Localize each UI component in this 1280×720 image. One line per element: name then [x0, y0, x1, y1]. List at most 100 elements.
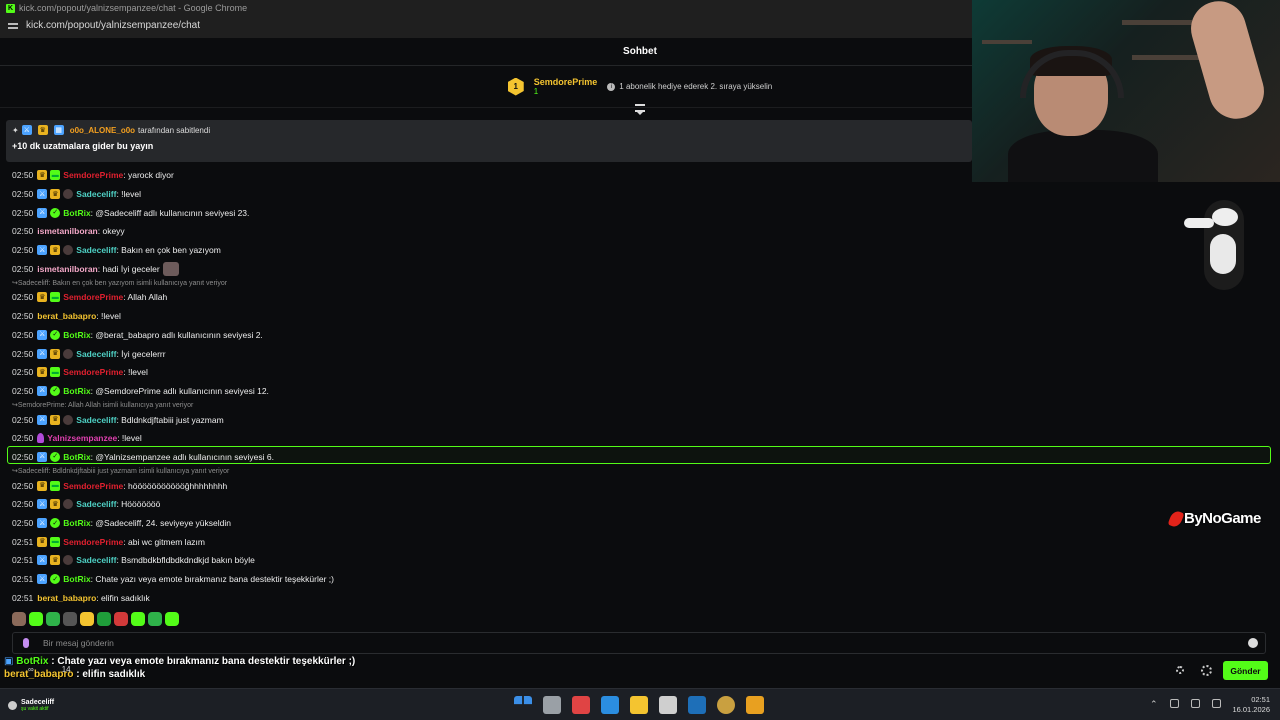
- chat-input[interactable]: Bir mesaj gönderin: [12, 632, 1266, 654]
- chat-message[interactable]: 02:50 ⚔ ✓ BotRix: @berat_babapro adlı kulla…: [12, 326, 1262, 345]
- verified-bot-icon: ✓: [50, 329, 61, 340]
- message-time: 02:51: [12, 536, 34, 547]
- address-bar[interactable]: kick.com/popout/yalnizsempanzee/chat: [8, 20, 200, 31]
- taskbar-app-icon[interactable]: [601, 696, 619, 714]
- send-button[interactable]: Gönder: [1223, 661, 1268, 680]
- chat-message[interactable]: 02:50 ismetanilboran: okeyy: [12, 222, 1262, 241]
- message-username[interactable]: berat_babapro: [37, 593, 96, 603]
- taskbar-app-icon[interactable]: [717, 696, 735, 714]
- emote-icon[interactable]: [97, 612, 111, 626]
- message-text: : Bakın en çok ben yazıyom: [116, 245, 221, 256]
- chat-message[interactable]: 02:50 ♛ ▬ SemdorePrime: höööööööööööğhhhhhh…: [12, 476, 1262, 495]
- chat-message[interactable]: 02:50 ⚔ ✓ BotRix: @SemdorePrime adlı kullan…: [12, 382, 1262, 401]
- chat-message[interactable]: 02:50 ⚔ ♛ Sadeceliff: İyi gecelerrr: [12, 344, 1262, 363]
- chat-input-placeholder[interactable]: Bir mesaj gönderin: [43, 638, 114, 648]
- chat-message[interactable]: 02:51 ⚔ ♛ Sadeceliff: Bsmdbdkbfldbdkdndkjd …: [12, 551, 1262, 570]
- taskbar-app-icon[interactable]: [659, 696, 677, 714]
- display-icon[interactable]: [1190, 699, 1200, 708]
- url-text[interactable]: kick.com/popout/yalnizsempanzee/chat: [26, 20, 200, 31]
- taskbar-app-icon[interactable]: [746, 696, 764, 714]
- top-gifter-name[interactable]: SemdorePrime: [534, 77, 598, 87]
- message-username[interactable]: berat_babapro: [37, 311, 96, 321]
- chat-message[interactable]: 02:50 ⚔ ✓ BotRix: @Sadeceliff adlı kullanıc…: [12, 203, 1262, 222]
- quick-emote-icon[interactable]: [1201, 665, 1212, 676]
- chat-message[interactable]: 02:50 berat_babapro: !level: [12, 307, 1262, 326]
- emote-icon[interactable]: [165, 612, 179, 626]
- taskbar: Sadeceliff şu vakit aktif ⌃ 02:51 16.01.…: [0, 688, 1280, 720]
- chat-message[interactable]: 02:51 ♛ ▬ SemdorePrime: abi wc gitmem lazım: [12, 532, 1262, 551]
- taskbar-app-icon[interactable]: [630, 696, 648, 714]
- windows-start-icon[interactable]: [514, 696, 532, 705]
- message-username[interactable]: Sadeceliff: [76, 349, 116, 359]
- emote-icon[interactable]: [80, 612, 94, 626]
- message-username[interactable]: Sadeceliff: [76, 499, 116, 509]
- emote-icon[interactable]: [63, 612, 77, 626]
- mic-tray-icon[interactable]: [1169, 699, 1179, 708]
- settings-gear-icon[interactable]: [1176, 666, 1184, 674]
- message-username[interactable]: BotRix: [63, 208, 90, 218]
- top-gifter[interactable]: SemdorePrime 1: [534, 77, 598, 96]
- chat-message[interactable]: 02:50 ⚔ ✓ BotRix: @Yalnizsempanzee adlı kul…: [12, 448, 1262, 467]
- sub-avatar-icon: [63, 189, 74, 200]
- chat-message[interactable]: 02:50 ⚔ ✓ BotRix: @Sadeceliff, 24. seviyeye…: [12, 514, 1262, 533]
- chat-message[interactable]: 02:50 ♛ ▬ SemdorePrime: Allah Allah: [12, 288, 1262, 307]
- subscriber-badge-icon: ▬: [50, 480, 61, 491]
- message-time: 02:50: [12, 311, 34, 322]
- subscriber-badge-icon: ▬: [50, 170, 61, 181]
- mic-icon[interactable]: [23, 638, 29, 648]
- chevron-up-icon[interactable]: ⌃: [1150, 699, 1158, 710]
- message-text: : Bdldnkdjftabiii just yazmam: [116, 414, 224, 425]
- message-username[interactable]: BotRix: [63, 330, 90, 340]
- overlay-text-1: : Chate yazı veya emote bırakmanız bana …: [48, 656, 356, 667]
- taskbar-user[interactable]: Sadeceliff şu vakit aktif: [8, 699, 54, 712]
- chat-message[interactable]: 02:50 Yalnizsempanzee: !level: [12, 429, 1262, 448]
- message-username[interactable]: BotRix: [63, 574, 90, 584]
- site-info-icon[interactable]: [8, 21, 18, 31]
- emote-icon[interactable]: [114, 612, 128, 626]
- vip-crown-icon: ♛: [37, 292, 48, 303]
- taskbar-app-icon[interactable]: [688, 696, 706, 714]
- taskbar-app-icon[interactable]: [572, 696, 590, 714]
- message-username[interactable]: BotRix: [63, 452, 90, 462]
- message-username[interactable]: Sadeceliff: [76, 245, 116, 255]
- message-username[interactable]: Sadeceliff: [76, 189, 116, 199]
- emoji-icon[interactable]: [1248, 638, 1258, 648]
- message-username[interactable]: Sadeceliff: [76, 555, 116, 565]
- clock[interactable]: 02:51 16.01.2026: [1232, 695, 1270, 715]
- message-username[interactable]: Sadeceliff: [76, 415, 116, 425]
- emote-icon[interactable]: [148, 612, 162, 626]
- message-username[interactable]: BotRix: [63, 518, 90, 528]
- message-username[interactable]: SemdorePrime: [63, 367, 123, 377]
- reply-text: Sadeceliff: Bakın en çok ben yazıyom isi…: [17, 279, 228, 287]
- message-username[interactable]: SemdorePrime: [63, 170, 123, 180]
- message-username[interactable]: SemdorePrime: [63, 292, 123, 302]
- emote-icon[interactable]: [29, 612, 43, 626]
- message-username[interactable]: ismetanilboran: [37, 226, 97, 236]
- chat-message[interactable]: 02:50 ⚔ ♛ Sadeceliff: !level: [12, 185, 1262, 204]
- pin-icon: ✦: [12, 125, 19, 135]
- chat-message[interactable]: 02:50 ⚔ ♛ Sadeceliff: Bdldnkdjftabiii just …: [12, 410, 1262, 429]
- chat-message[interactable]: 02:50 ♛ ▬ SemdorePrime: !level: [12, 363, 1262, 382]
- chat-message[interactable]: 02:51 ⚔ ✓ BotRix: Chate yazı veya emote bır…: [12, 570, 1262, 589]
- pinned-by-user[interactable]: o0o_ALONE_o0o: [70, 126, 135, 135]
- chat-message[interactable]: 02:50 ⚔ ♛ Sadeceliff: Bakın en çok ben yazı…: [12, 241, 1262, 260]
- chat-message[interactable]: 02:50 ⚔ ♛ Sadeceliff: Hööööööö: [12, 495, 1262, 514]
- message-username[interactable]: Yalnizsempanzee: [47, 433, 117, 443]
- message-text: : Allah Allah: [123, 292, 168, 303]
- message-text: : Chate yazı veya emote bırakmanız bana …: [90, 574, 334, 585]
- taskbar-app-icon[interactable]: [543, 696, 561, 714]
- emote-icon[interactable]: [46, 612, 60, 626]
- message-username[interactable]: ismetanilboran: [37, 264, 97, 274]
- overlay-badge-icon: ▣: [4, 656, 14, 667]
- verified-bot-icon: ✓: [50, 451, 61, 462]
- message-username[interactable]: SemdorePrime: [63, 481, 123, 491]
- emote-icon[interactable]: [12, 612, 26, 626]
- chat-message[interactable]: 02:50 ismetanilboran: hadi İyi geceler: [12, 259, 1262, 278]
- collapse-icon[interactable]: [635, 104, 645, 115]
- message-username[interactable]: BotRix: [63, 386, 90, 396]
- message-username[interactable]: SemdorePrime: [63, 537, 123, 547]
- message-text: : @SemdorePrime adlı kullanıcının seviye…: [90, 385, 269, 396]
- volume-icon[interactable]: [1211, 699, 1221, 708]
- chat-message[interactable]: 02:51 berat_babapro: elifin sadıklık: [12, 588, 1262, 607]
- emote-icon[interactable]: [131, 612, 145, 626]
